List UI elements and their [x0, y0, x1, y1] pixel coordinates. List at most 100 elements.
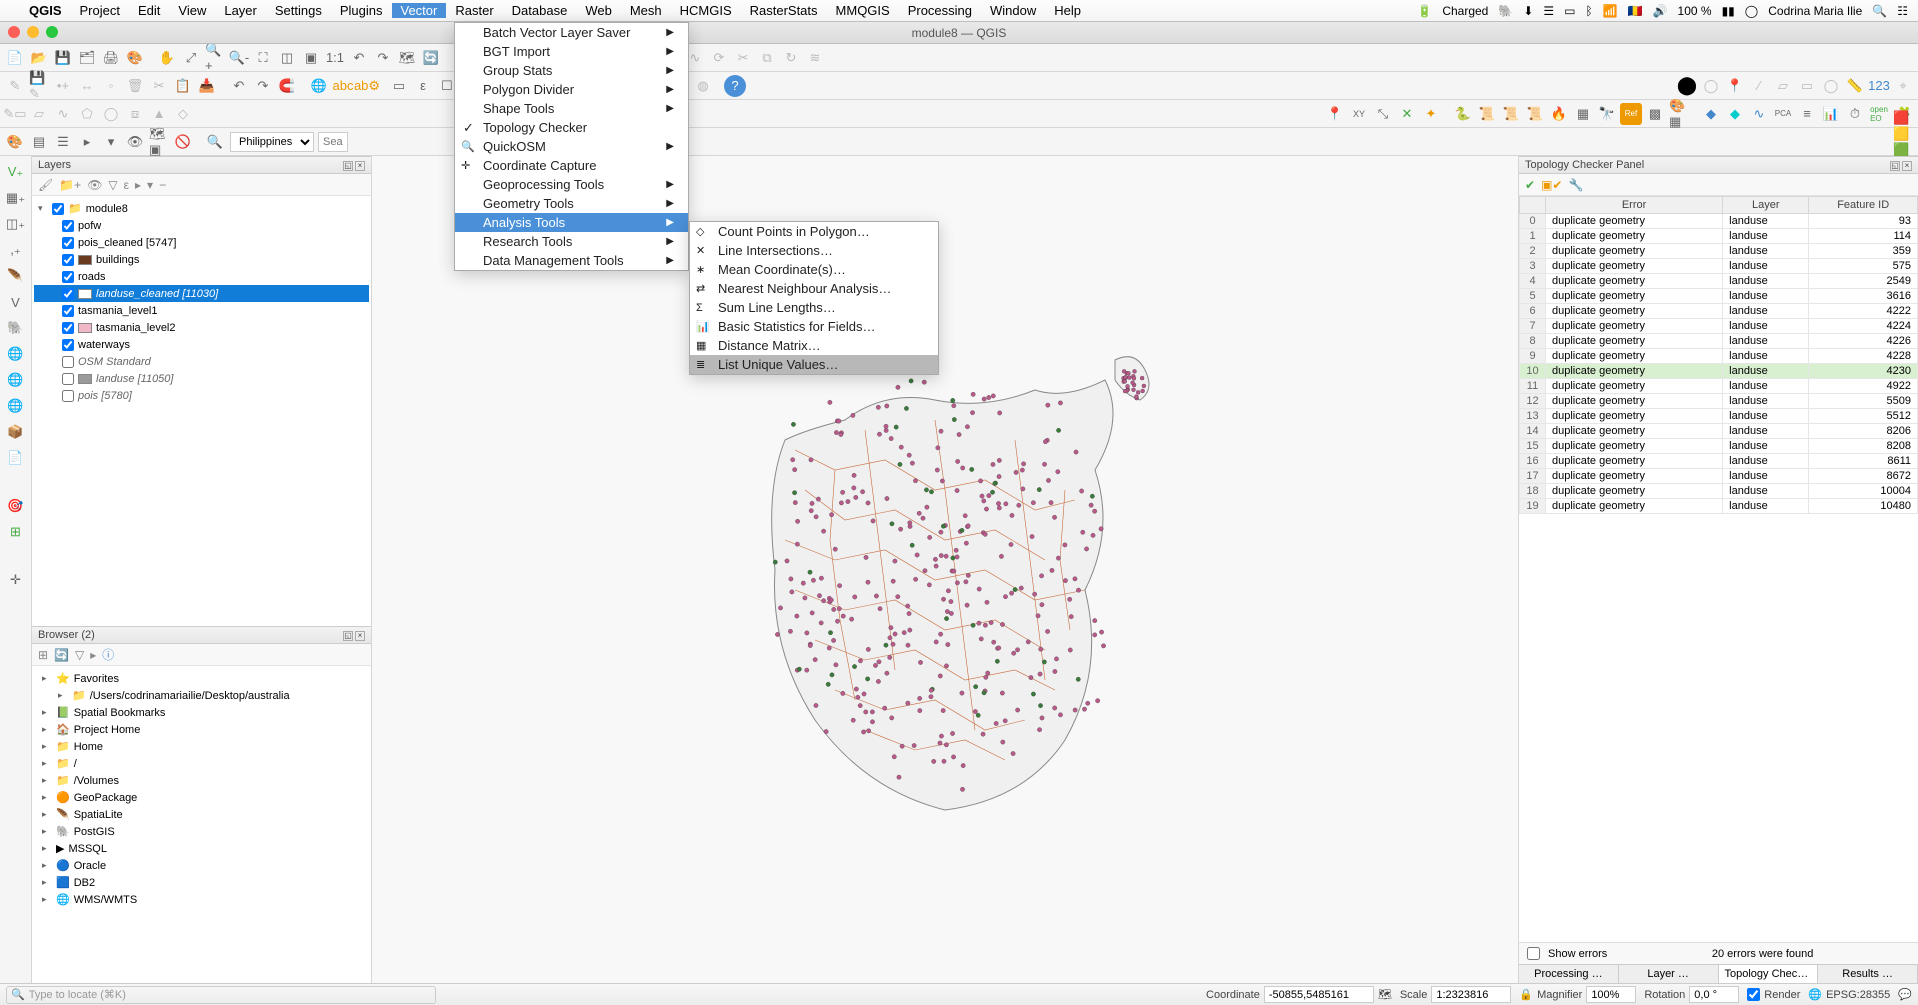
openeo-icon[interactable]: openEO: [1868, 103, 1890, 125]
crs-icon[interactable]: 🌐: [1808, 988, 1822, 1001]
display-icon[interactable]: ▭: [1562, 4, 1577, 18]
undo-icon[interactable]: ↶: [228, 75, 250, 97]
browser-item[interactable]: ▸🔵Oracle: [34, 857, 369, 874]
menu-settings[interactable]: Settings: [266, 3, 331, 18]
redo-icon[interactable]: ↷: [252, 75, 274, 97]
new-map-view-icon[interactable]: 🗺: [396, 47, 418, 69]
save-as-icon[interactable]: 🗂: [76, 47, 98, 69]
analysis-menu-item[interactable]: ▦Distance Matrix…: [690, 336, 938, 355]
vector-menu-item[interactable]: Data Management Tools▶: [455, 251, 688, 270]
expand-legend-icon[interactable]: ▸: [76, 131, 98, 153]
add-feature-icon[interactable]: •+: [52, 75, 74, 97]
browser-item[interactable]: ▸📁Home: [34, 738, 369, 755]
app-menu[interactable]: QGIS: [20, 3, 71, 18]
browser-item[interactable]: ▸📁/: [34, 755, 369, 772]
table-row[interactable]: 6duplicate geometrylanduse4222: [1520, 304, 1918, 319]
pin-icon[interactable]: 📍: [1724, 75, 1746, 97]
menu-mmqgis[interactable]: MMQGIS: [827, 3, 899, 18]
vector-menu-item[interactable]: ✛Coordinate Capture: [455, 156, 688, 175]
open-project-icon[interactable]: 📂: [28, 47, 50, 69]
add-postgis-icon[interactable]: 🐘: [4, 316, 28, 340]
poly-icon[interactable]: ▱: [1772, 75, 1794, 97]
browser-item[interactable]: ▸⭐Favorites: [34, 670, 369, 687]
table-row[interactable]: 5duplicate geometrylanduse3616: [1520, 289, 1918, 304]
vector-menu-item[interactable]: Analysis Tools▶: [455, 213, 688, 232]
tool3-8-icon[interactable]: ◇: [172, 103, 194, 125]
browser-item[interactable]: ▸🪶SpatiaLite: [34, 806, 369, 823]
dropbox-icon[interactable]: ⬇: [1521, 4, 1535, 18]
python-icon[interactable]: 🐍: [1452, 103, 1474, 125]
analysis-menu-item[interactable]: ∗Mean Coordinate(s)…: [690, 260, 938, 279]
layer-item[interactable]: buildings: [34, 251, 369, 268]
search-input[interactable]: [318, 132, 348, 152]
zoom-window-icon[interactable]: [46, 26, 58, 38]
table-row[interactable]: 15duplicate geometrylanduse8208: [1520, 439, 1918, 454]
table-row[interactable]: 13duplicate geometrylanduse5512: [1520, 409, 1918, 424]
layer-expand-icon[interactable]: ▸: [135, 178, 141, 192]
ruler-icon[interactable]: 📏: [1844, 75, 1866, 97]
menu-vector[interactable]: Vector: [392, 3, 447, 18]
add-vector-icon[interactable]: V₊: [4, 160, 28, 184]
table-row[interactable]: 11duplicate geometrylanduse4922: [1520, 379, 1918, 394]
minimize-window-icon[interactable]: [27, 26, 39, 38]
rect-icon[interactable]: ▭: [1796, 75, 1818, 97]
layer-collapse-icon[interactable]: ▾: [147, 178, 153, 192]
pan-icon[interactable]: ✋: [156, 47, 178, 69]
wifi-icon[interactable]: 📶: [1601, 4, 1620, 18]
topo-validate-extent-icon[interactable]: ▣✔: [1541, 178, 1562, 192]
split-icon[interactable]: ✂: [732, 47, 754, 69]
table-row[interactable]: 3duplicate geometrylanduse575: [1520, 259, 1918, 274]
browser-item[interactable]: ▸📁/Volumes: [34, 772, 369, 789]
style-manager-icon[interactable]: 🎨: [124, 47, 146, 69]
layer-checkbox[interactable]: [62, 288, 74, 300]
layer-filter-icon[interactable]: ▽: [108, 178, 117, 192]
layer-checkbox[interactable]: [62, 271, 74, 283]
coord-capture-icon[interactable]: ✛: [4, 568, 28, 592]
zoom-in-icon[interactable]: 🔍+: [204, 47, 226, 69]
temp-layer-icon[interactable]: ⊞: [4, 520, 28, 544]
vector-menu-item[interactable]: Batch Vector Layer Saver▶: [455, 23, 688, 42]
refresh-icon[interactable]: 🔄: [420, 47, 442, 69]
panel-close-icon[interactable]: ×: [355, 161, 365, 171]
vector-menu-item[interactable]: Research Tools▶: [455, 232, 688, 251]
menu-help[interactable]: Help: [1045, 3, 1090, 18]
layer-item[interactable]: waterways: [34, 336, 369, 353]
analysis-menu-item[interactable]: ◇Count Points in Polygon…: [690, 222, 938, 241]
vector-menu-item[interactable]: Geoprocessing Tools▶: [455, 175, 688, 194]
scale-input[interactable]: [1431, 986, 1511, 1003]
browser-item[interactable]: ▸🐘PostGIS: [34, 823, 369, 840]
user-icon[interactable]: ◯: [1743, 4, 1760, 18]
flag-icon[interactable]: 🇷🇴: [1626, 4, 1645, 18]
locator-bar[interactable]: 🔍 Type to locate (⌘K): [6, 986, 436, 1004]
vector-menu-item[interactable]: Group Stats▶: [455, 61, 688, 80]
binoculars-icon[interactable]: 🔭: [1596, 103, 1618, 125]
menu-edit[interactable]: Edit: [129, 3, 169, 18]
add-raster-icon[interactable]: ▦₊: [4, 186, 28, 210]
browser-properties-icon[interactable]: ⓘ: [102, 646, 114, 663]
zoom-native-icon[interactable]: 1:1: [324, 47, 346, 69]
tool3-2-icon[interactable]: ▱: [28, 103, 50, 125]
bluetooth-icon[interactable]: ᛒ: [1583, 4, 1594, 18]
menu-plugins[interactable]: Plugins: [331, 3, 392, 18]
grid-icon[interactable]: ▦: [1572, 103, 1594, 125]
topo-validate-icon[interactable]: ✔: [1525, 178, 1535, 192]
table-row[interactable]: 9duplicate geometrylanduse4228: [1520, 349, 1918, 364]
panel-close-icon[interactable]: ×: [1902, 161, 1912, 171]
magnifier-input[interactable]: [1586, 986, 1636, 1003]
pca-icon[interactable]: PCA: [1772, 103, 1794, 125]
layer-item[interactable]: pois_cleaned [5747]: [34, 234, 369, 251]
save-project-icon[interactable]: 💾: [52, 47, 74, 69]
layer-item[interactable]: landuse_cleaned [11030]: [34, 285, 369, 302]
cut-icon[interactable]: ✂: [148, 75, 170, 97]
add-wms-icon[interactable]: 🌐: [4, 342, 28, 366]
script-orange-icon[interactable]: 📜: [1500, 103, 1522, 125]
layers-tree[interactable]: ▾ 📁 module8 pofwpois_cleaned [5747]build…: [32, 196, 371, 626]
analysis-menu-item[interactable]: 📊Basic Statistics for Fields…: [690, 317, 938, 336]
table-row[interactable]: 19duplicate geometrylanduse10480: [1520, 499, 1918, 514]
menu-raster[interactable]: Raster: [446, 3, 502, 18]
no-go-icon[interactable]: 🚫: [172, 131, 194, 153]
panel-tab[interactable]: Processing …: [1519, 965, 1619, 983]
blue-tool-icon[interactable]: ◆: [1700, 103, 1722, 125]
vector-menu-item[interactable]: Shape Tools▶: [455, 99, 688, 118]
volume-icon[interactable]: 🔊: [1651, 4, 1670, 18]
